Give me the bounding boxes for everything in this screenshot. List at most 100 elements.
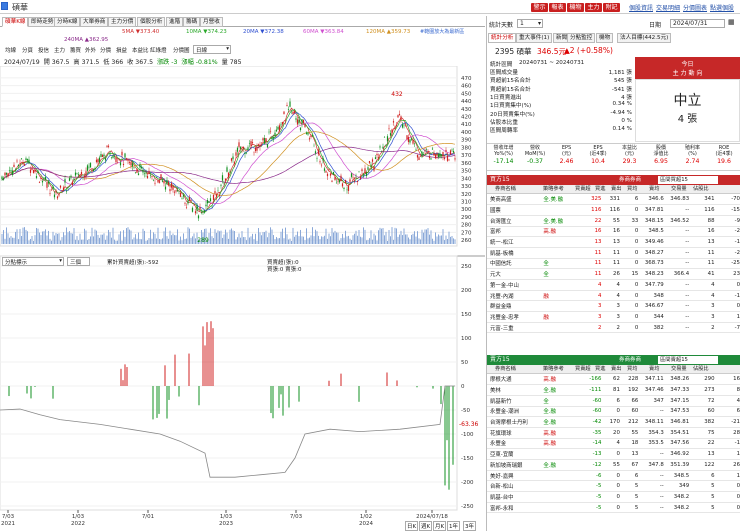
table-row[interactable]: 元大全 11 26 15 348.23 366.4 41 23 — [487, 268, 740, 280]
indicator-bar — [282, 386, 284, 416]
tab-minute-kline[interactable]: 分時K線 — [54, 17, 81, 27]
institution-button[interactable]: 機物 — [567, 3, 584, 12]
volume-bar — [393, 239, 394, 244]
indicator-bar — [26, 386, 28, 394]
table-row[interactable]: 永豐金 高.融 -14 4 18 353.5 347.56 22 -1 — [487, 438, 740, 450]
table-row[interactable]: 台灣摩根士丹利 全.融 -42 170 212 348.11 346.81 382 -21 — [487, 416, 740, 428]
candle-body — [65, 191, 68, 192]
buy-select[interactable]: 區間買超15 — [658, 176, 718, 184]
subtab-trust[interactable]: 投信 — [38, 46, 49, 54]
pick-stock-link[interactable]: 點選個股 — [710, 3, 734, 12]
table-row[interactable]: 第一金-中山 4 4 0 347.79 -- 4 0 — [487, 279, 740, 291]
tab-chips[interactable]: 籌碼 — [183, 17, 201, 27]
table-row[interactable]: 永豐金-潮洲 全.融 -60 0 60 -- 347.53 60 6 — [487, 406, 740, 418]
subtab-price[interactable]: 分價 — [100, 46, 111, 54]
table-row[interactable]: 凱基新竹全 -60 6 66 347 347.15 72 4 — [487, 395, 740, 407]
table-row[interactable]: 凱基-板橋 11 11 0 348.27 -- 11 -2 — [487, 247, 740, 259]
tab-target-price[interactable]: 法人目標(442.5元) — [617, 33, 672, 43]
tab-branch-monitor[interactable]: 分點監控 — [567, 33, 596, 43]
table-cell: 22 — [690, 438, 716, 450]
indicator-select[interactable]: 分點標示 ▾ — [2, 257, 64, 266]
volume-bar — [262, 232, 264, 244]
table-row[interactable]: 台灣匯立 全.美.融 22 55 33 348.15 346.52 88 -9 — [487, 215, 740, 227]
indicator-bar — [440, 386, 442, 405]
table-row[interactable]: 花旗環球 高.融 -35 20 55 354.3 354.51 75 28 — [487, 427, 740, 439]
tab-institution[interactable]: 機物 — [596, 33, 614, 43]
trade-detail-link[interactable]: 交易明細 — [656, 3, 680, 12]
three-year-button[interactable]: 3年 — [463, 521, 476, 531]
tab-monthly-revenue[interactable]: 月營收 — [200, 17, 223, 27]
metric-sub: MoM(%) — [524, 151, 546, 157]
subtab-foreign[interactable]: 外外 — [85, 46, 96, 54]
table-row[interactable]: 國票 116 116 0 347.81 -- 116 -15 — [487, 204, 740, 216]
sell-select[interactable]: 區間賣超15 — [658, 356, 718, 364]
calendar-icon[interactable]: ▦ — [728, 18, 735, 26]
tab-kline[interactable]: 碩華K線 — [2, 17, 29, 27]
table-cell: 融 — [542, 311, 578, 323]
table-row[interactable]: 美好-嘉興 -6 0 6 -- 348.5 6 1 — [487, 470, 740, 482]
candle-body — [74, 172, 77, 176]
tab-major-event[interactable]: 重大事件(1) — [516, 33, 553, 43]
report-button[interactable]: 報表 — [549, 3, 566, 12]
range-zoom-label[interactable]: #範圍放大為最新區 — [420, 28, 464, 35]
table-row[interactable]: 富邦-永和 -5 0 5 -- 348.2 5 0 — [487, 502, 740, 514]
table-row[interactable]: 群益金鼎 3 3 0 346.67 -- 3 0 — [487, 300, 740, 313]
stat-days-select[interactable]: 1 ▾ — [517, 19, 543, 28]
tab-realtime[interactable]: 即時走勢 — [28, 17, 57, 27]
table-cell: 346.83 — [664, 194, 691, 206]
volume-bar — [4, 238, 6, 244]
candle-body — [394, 126, 396, 130]
table-row[interactable]: 富邦 高.融 16 16 0 348.5 -- 16 -2 — [487, 226, 740, 238]
tab-stock-analysis[interactable]: 個股分析 — [137, 17, 166, 27]
subtab-chips[interactable]: 籌買 — [70, 46, 81, 54]
subtab-pe[interactable]: 本益比 — [132, 46, 149, 54]
table-row[interactable]: 凱基-台中 -5 0 5 -- 348.2 5 0 — [487, 491, 740, 503]
table-row[interactable]: 中國信託全 11 11 0 368.73 -- 11 -25 — [487, 258, 740, 270]
table-cell: 0 — [620, 258, 640, 270]
candle-body — [368, 161, 371, 163]
mainforce-button[interactable]: 主力 — [585, 3, 602, 12]
indicator-tick: -200 — [461, 480, 474, 486]
month-k-button[interactable]: 月K — [433, 521, 447, 531]
table-cell: 1 — [715, 448, 740, 460]
day-k-button[interactable]: 日K — [405, 521, 419, 531]
one-year-button[interactable]: 1年 — [447, 521, 460, 531]
table-row[interactable]: 美商高盛 全.美.融 325 331 6 346.6 346.83 341 -70 — [487, 194, 740, 206]
tab-big-broker[interactable]: 大單券商 — [80, 17, 109, 27]
table-row[interactable]: 新加坡商瑞銀 全.融 -12 55 67 347.8 351.39 122 26 — [487, 459, 740, 471]
tab-advanced[interactable]: 進階 — [166, 17, 184, 27]
stock-info-link[interactable]: 個股資訊 — [629, 3, 653, 12]
period-select[interactable]: 日線 ▾ — [193, 45, 231, 54]
subtab-page[interactable]: 分頁 — [22, 46, 33, 54]
subtab-mainforce[interactable]: 主力 — [54, 46, 65, 54]
alert-button[interactable]: 警示 — [531, 3, 548, 12]
metrics-strip: 營收年增 Yo%(%) -17.14 營收 MoM(%) -0.37 EPS (元) 2.46 E… — [487, 143, 740, 171]
table-row[interactable]: 亞東-宜蘭 -13 0 13 -- 346.92 13 1 — [487, 448, 740, 460]
table-row[interactable]: 統一-松江 13 13 0 349.46 -- 13 -1 — [487, 236, 740, 248]
week-k-button[interactable]: 週K — [419, 521, 433, 531]
table-row[interactable]: 兆豐金-忠孝融 3 3 0 344 -- 3 1 — [487, 311, 740, 323]
volume-bar — [310, 235, 312, 244]
price-chart-link[interactable]: 分價圖表 — [683, 3, 707, 12]
indicator-bar — [386, 372, 388, 386]
table-row[interactable]: 兆豐-內湖融 4 4 0 348 -- 4 -1 — [487, 290, 740, 302]
count-select[interactable]: 三個 — [67, 257, 90, 266]
subtab-price-chart[interactable]: 分價圖 — [173, 46, 190, 54]
subtab-traffic-light[interactable]: 紅綠燈 — [150, 46, 167, 54]
tab-mainforce-price[interactable]: 主力分價 — [108, 17, 137, 27]
table-row[interactable]: 摩根大通 高.融 -166 62 228 347.11 348.26 290 16 — [487, 374, 740, 386]
table-row[interactable]: 台新-松山 -5 0 5 -- 349 5 0 — [487, 480, 740, 493]
date-picker[interactable]: 2024/07/31 — [670, 19, 725, 28]
note-button[interactable]: 附記 — [603, 3, 620, 12]
subtab-ma[interactable]: 均線 — [5, 46, 16, 54]
indicator-bar — [174, 354, 176, 386]
volume-bar — [375, 235, 376, 244]
subtab-pnl[interactable]: 損益 — [116, 46, 127, 54]
candle-body — [265, 138, 267, 142]
tab-stat-analysis[interactable]: 統計分析 — [488, 33, 517, 43]
candle-body — [322, 157, 324, 161]
volume-bar — [27, 231, 28, 244]
table-row[interactable]: 元富-三重 2 2 0 382 -- 2 -7 — [487, 322, 740, 334]
main-chart[interactable]: 4704604504404304204104003903803703603503… — [0, 66, 485, 531]
table-row[interactable]: 美林 全.融 -111 81 192 347.46 347.33 273 8 — [487, 384, 740, 396]
